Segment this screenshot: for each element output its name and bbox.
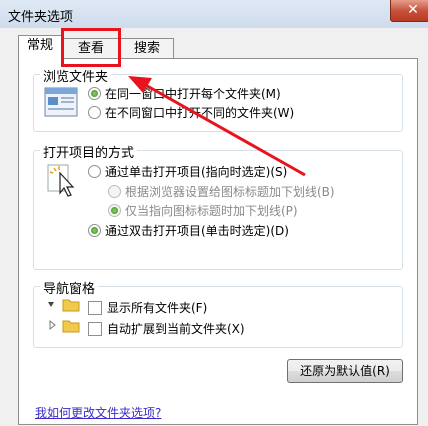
annotation-arrow bbox=[128, 76, 306, 177]
